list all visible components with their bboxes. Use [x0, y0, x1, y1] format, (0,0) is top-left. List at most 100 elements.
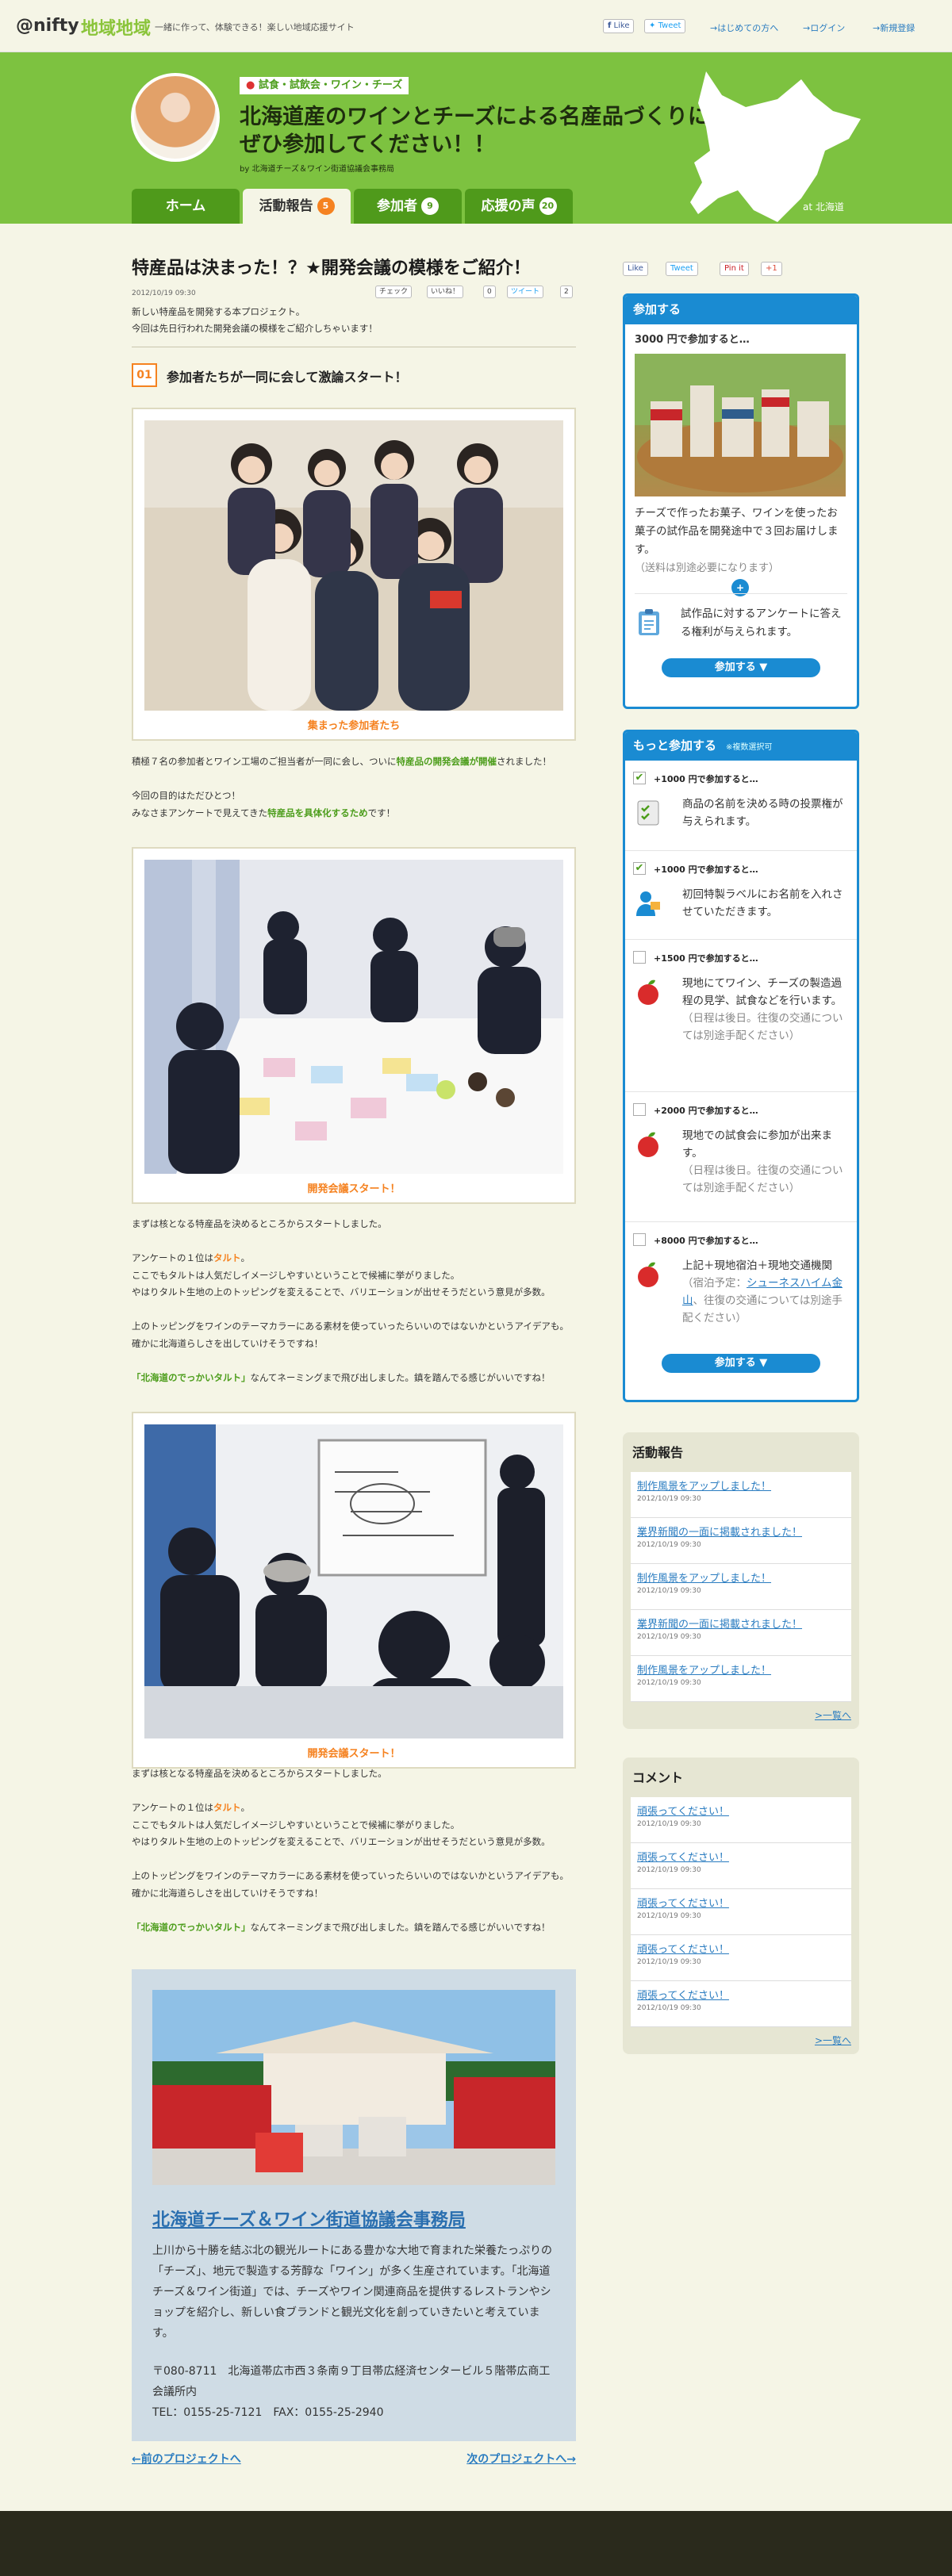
- comment-link[interactable]: 頑張ってください！: [637, 1895, 845, 1910]
- join-button[interactable]: 参加する ▼: [662, 658, 820, 677]
- comment-link[interactable]: 頑張ってください！: [637, 1849, 845, 1864]
- owner-avatar: [131, 73, 220, 162]
- tier-price: +1500 円で参加すると…: [654, 953, 758, 964]
- tweet-count: 2: [560, 286, 573, 298]
- hatena-check-button[interactable]: チェック: [375, 286, 413, 298]
- tier-description: 初回特製ラベルにお名前を入れさせていただきます。: [682, 888, 843, 918]
- tier-description: 上記＋現地宿泊＋現地交通機関 （宿泊予定：シューネスハイム金山、往復の交通について…: [682, 1259, 843, 1324]
- comments-more-link[interactable]: >一覧へ: [631, 2034, 851, 2047]
- project-owner: by 北海道チーズ＆ワイン街道協議会事務局: [240, 165, 394, 174]
- photo-caption: 開発会議スタート！: [307, 1183, 401, 1195]
- checkbox[interactable]: [633, 1103, 646, 1116]
- tweet-button[interactable]: Tweet: [666, 262, 698, 276]
- checklist-icon: [637, 800, 659, 826]
- tab-participants[interactable]: 参加者 9: [354, 189, 462, 224]
- list-item[interactable]: 頑張ってください！ 2012/10/19 09:30: [631, 1889, 851, 1935]
- login-link[interactable]: →ログイン: [803, 21, 845, 34]
- post-article: 特産品は決まった！？★開発会議の模様をご紹介！ 2012/10/19 09:30…: [132, 254, 576, 2466]
- post-intro: 新しい特産品を開発する本プロジェクト。 今回は先日行われた開発会議の模様をご紹介…: [132, 306, 378, 334]
- section-title: 参加者たちが一同に会して激論スタート！: [167, 370, 408, 385]
- prev-project-link[interactable]: ←前のプロジェクトへ: [132, 2451, 241, 2467]
- list-item[interactable]: 制作風景をアップしました！ 2012/10/19 09:30: [631, 1564, 851, 1610]
- tweet-button[interactable]: ツイート: [507, 286, 544, 298]
- list-item[interactable]: 業界新聞の一面に掲載されました！ 2012/10/19 09:30: [631, 1518, 851, 1564]
- join-tier[interactable]: ✔ +1000 円で参加すると… 初回特製ラベルにお名前を入れさせていただきます…: [625, 851, 857, 940]
- report-link[interactable]: 業界新聞の一面に掲載されました！: [637, 1616, 845, 1631]
- tab-support-voices[interactable]: 応援の声 20: [465, 189, 573, 224]
- tweet-button[interactable]: ✦ Tweet: [644, 19, 686, 33]
- join-tier[interactable]: +2000 円で参加すると… 現地での試食会に参加が出来ます。 （日程は後日。往復…: [625, 1092, 857, 1222]
- report-link[interactable]: 制作風景をアップしました！: [637, 1662, 845, 1677]
- twitter-icon: ✦: [649, 21, 656, 30]
- checkbox[interactable]: [633, 1233, 646, 1246]
- paragraph: 積極７名の参加者とワイン工場のご担当者が一同に会し、ついに特産品の開発会議が開催…: [132, 756, 551, 818]
- list-item[interactable]: 頑張ってください！ 2012/10/19 09:30: [631, 1935, 851, 1981]
- list-item[interactable]: 制作風景をアップしました！ 2012/10/19 09:30: [631, 1656, 851, 1702]
- pinterest-button[interactable]: Pin it: [720, 262, 749, 276]
- site-logo[interactable]: 地域地域: [81, 14, 151, 40]
- organizer-name-link[interactable]: 北海道チーズ＆ワイン街道協議会事務局: [152, 2206, 555, 2231]
- join-box-title: 参加する: [625, 296, 857, 324]
- join-extra-benefit: 試作品に対するアンケートに答える権利が与えられます。: [681, 608, 842, 638]
- apple-icon: ●: [246, 79, 255, 91]
- comment-link[interactable]: 頑張ってください！: [637, 1803, 845, 1818]
- like-count: 0: [483, 286, 496, 298]
- checkbox[interactable]: ✔: [633, 772, 646, 784]
- apple-icon: [638, 979, 658, 1005]
- register-link[interactable]: →新規登録: [873, 21, 915, 34]
- checkbox[interactable]: [633, 951, 646, 964]
- panel-title: コメント: [632, 1770, 684, 1785]
- join-more-title: もっと参加する ※複数選択可: [625, 732, 857, 761]
- group-photo: [144, 420, 563, 711]
- list-item[interactable]: 頑張ってください！ 2012/10/19 09:30: [631, 1843, 851, 1889]
- tab-activity-report[interactable]: 活動報告 5: [243, 189, 351, 224]
- facebook-like-button[interactable]: f Like: [603, 19, 635, 33]
- google-plus-button[interactable]: +1: [761, 262, 782, 276]
- facebook-like-button[interactable]: Like: [623, 262, 648, 276]
- photo-meeting-1: 開発会議スタート！: [132, 847, 576, 1204]
- join-tier[interactable]: ✔ +1000 円で参加すると… 商品の名前を決める時の投票権が与えられます。: [625, 761, 857, 851]
- list-item[interactable]: 頑張ってください！ 2012/10/19 09:30: [631, 1981, 851, 2027]
- join-more-button[interactable]: 参加する ▼: [662, 1354, 820, 1373]
- tier-price: +2000 円で参加すると…: [654, 1106, 758, 1116]
- report-link[interactable]: 制作風景をアップしました！: [637, 1570, 845, 1585]
- list-item[interactable]: 頑張ってください！ 2012/10/19 09:30: [631, 1797, 851, 1843]
- tier-description: 商品の名前を決める時の投票権が与えられます。: [682, 798, 843, 828]
- activity-reports-panel: 活動報告 制作風景をアップしました！ 2012/10/19 09:30 業界新聞の…: [623, 1432, 859, 1729]
- section-number: 01: [132, 363, 157, 387]
- reports-more-link[interactable]: >一覧へ: [631, 1708, 851, 1722]
- tab-home[interactable]: ホーム: [132, 189, 240, 224]
- next-project-link[interactable]: 次のプロジェクトへ→: [466, 2451, 576, 2467]
- nifty-logo[interactable]: @nifty: [16, 16, 79, 36]
- tier-price: +1000 円で参加すると…: [654, 864, 758, 875]
- list-item[interactable]: 制作風景をアップしました！ 2012/10/19 09:30: [631, 1472, 851, 1518]
- project-location: at 北海道: [803, 201, 844, 213]
- post-date: 2012/10/19 09:30: [132, 289, 196, 297]
- photo-caption: 集まった参加者たち: [307, 720, 401, 732]
- join-note: （送料は別途必要になります）: [635, 562, 780, 574]
- facebook-like-button[interactable]: いいね！: [427, 286, 464, 298]
- join-description: チーズで作ったお菓子、ワインを使ったお菓子の試作品を開発途中で３回お届けします。: [635, 507, 839, 556]
- post-title: 特産品は決まった！？★開発会議の模様をご紹介！: [132, 259, 531, 278]
- project-categories: ● 試食・試飲会・ワイン・チーズ: [240, 77, 409, 94]
- report-link[interactable]: 業界新聞の一面に掲載されました！: [637, 1524, 845, 1539]
- join-tier[interactable]: +1500 円で参加すると… 現地にてワイン、チーズの製造過程の見学、試食などを…: [625, 940, 857, 1092]
- comment-link[interactable]: 頑張ってください！: [637, 1941, 845, 1956]
- report-link[interactable]: 制作風景をアップしました！: [637, 1478, 845, 1493]
- checkbox[interactable]: ✔: [633, 862, 646, 875]
- product-photo: [635, 354, 846, 496]
- hokkaido-map-icon: [690, 71, 861, 222]
- tab-count-badge: 5: [317, 197, 335, 215]
- footer: [0, 2511, 952, 2576]
- join-tier[interactable]: +8000 円で参加すると… 上記＋現地宿泊＋現地交通機関 （宿泊予定：シューネス…: [625, 1222, 857, 1381]
- photo-participants: 集まった参加者たち: [132, 408, 576, 741]
- tier-price: +8000 円で参加すると…: [654, 1236, 758, 1246]
- apple-icon: [638, 1132, 658, 1157]
- beginner-guide-link[interactable]: →はじめての方へ: [710, 21, 778, 34]
- photo-meeting-2: 開発会議スタート！: [132, 1412, 576, 1769]
- apple-icon: [638, 1262, 658, 1287]
- comment-link[interactable]: 頑張ってください！: [637, 1987, 845, 2002]
- paragraph: まずは核となる特産品を決めるところからスタートしました。 アンケートの１位はタル…: [132, 1218, 569, 1383]
- paragraph: まずは核となる特産品を決めるところからスタートしました。 アンケートの１位はタル…: [132, 1768, 569, 1933]
- list-item[interactable]: 業界新聞の一面に掲載されました！ 2012/10/19 09:30: [631, 1610, 851, 1656]
